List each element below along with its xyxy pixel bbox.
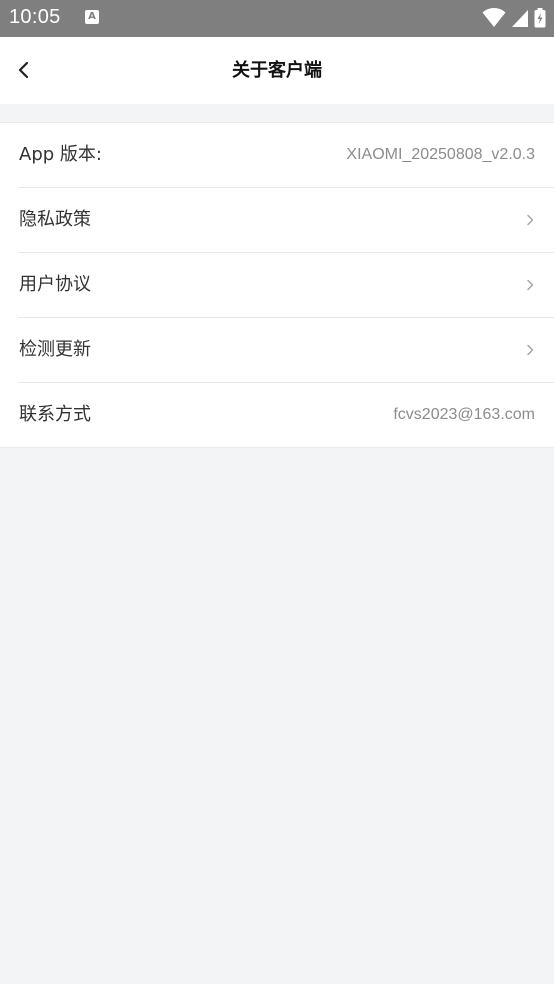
list-item-label: 联系方式: [19, 404, 91, 425]
settings-list: App 版本: XIAOMI_20250808_v2.0.3 隐私政策 用户协议…: [0, 122, 554, 448]
list-item-privacy-policy[interactable]: 隐私政策: [18, 188, 554, 253]
list-item-user-agreement[interactable]: 用户协议: [18, 253, 554, 318]
status-icons: [482, 8, 546, 28]
app-version-value: XIAOMI_20250808_v2.0.3: [346, 146, 535, 163]
list-item-contact[interactable]: 联系方式 fcvs2023@163.com: [18, 383, 554, 447]
chevron-right-icon: [527, 344, 534, 356]
wifi-icon: [482, 8, 506, 27]
page-title: 关于客户端: [232, 60, 322, 81]
contact-email-value[interactable]: fcvs2023@163.com: [393, 383, 535, 447]
list-item-check-update[interactable]: 检测更新: [18, 318, 554, 383]
status-bar: 10:05 A: [0, 0, 554, 37]
list-item-label: 隐私政策: [19, 209, 91, 230]
app-header: 关于客户端: [0, 37, 554, 104]
battery-charging-icon: [534, 8, 546, 28]
cell-signal-icon: [512, 10, 528, 27]
list-item-app-version: App 版本: XIAOMI_20250808_v2.0.3: [18, 123, 554, 188]
chevron-right-icon: [527, 279, 534, 291]
chevron-right-icon: [527, 214, 534, 226]
list-item-label: 用户协议: [19, 274, 91, 295]
list-item-label: 检测更新: [19, 339, 91, 360]
list-item-label: App 版本:: [19, 144, 102, 165]
notification-a-icon: A: [85, 10, 99, 24]
status-time: 10:05: [9, 6, 61, 28]
